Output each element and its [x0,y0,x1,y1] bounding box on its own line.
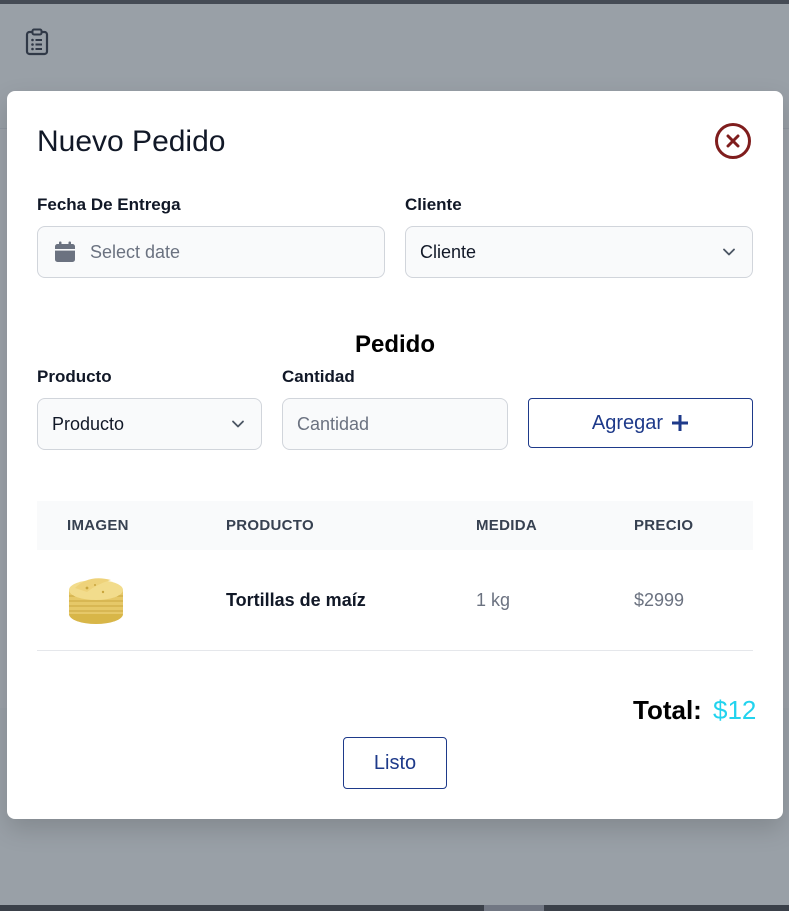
client-select[interactable]: Cliente [405,226,753,278]
table-header: IMAGEN PRODUCTO MEDIDA PRECIO [37,501,753,550]
table-row: Tortillas de maíz 1 kg $2999 [37,550,753,651]
client-label: Cliente [405,195,462,214]
header-measure: MEDIDA [476,517,537,534]
row-price: $2999 [634,589,685,610]
total-value: $12 [713,695,757,725]
delivery-date-placeholder: Select date [90,241,181,262]
row-product-name: Tortillas de maíz [226,589,366,610]
chevron-down-icon [723,248,735,256]
calendar-icon [55,241,75,262]
new-order-modal: Nuevo Pedido Fecha De Entrega Select dat… [7,91,783,819]
tortillas-image [67,570,125,631]
total-label: Total: [633,695,702,725]
quantity-label: Cantidad [282,367,355,386]
row-measure: 1 kg [476,589,511,610]
header-image: IMAGEN [67,517,129,534]
header-product: PRODUCTO [226,517,314,534]
product-select[interactable]: Producto [37,398,262,450]
plus-icon [672,415,689,431]
done-button-label: Listo [373,751,417,774]
client-selected-value: Cliente [420,241,477,262]
product-selected-value: Producto [52,413,125,434]
product-label: Producto [37,367,112,386]
done-button[interactable]: Listo [343,737,447,789]
order-section-title: Pedido [354,331,435,358]
order-items-table: IMAGEN PRODUCTO MEDIDA PRECIO Tortillas … [37,501,753,651]
close-button[interactable] [715,123,751,159]
quantity-input[interactable]: Cantidad [282,398,508,450]
quantity-placeholder: Cantidad [297,413,370,434]
chevron-down-icon [232,420,244,428]
add-button[interactable]: Agregar [528,398,753,448]
delivery-date-label: Fecha De Entrega [37,195,181,214]
add-button-label: Agregar [591,411,664,434]
header-price: PRECIO [634,517,694,534]
close-icon [726,134,740,148]
delivery-date-input[interactable]: Select date [37,226,385,278]
modal-title: Nuevo Pedido [37,125,226,158]
